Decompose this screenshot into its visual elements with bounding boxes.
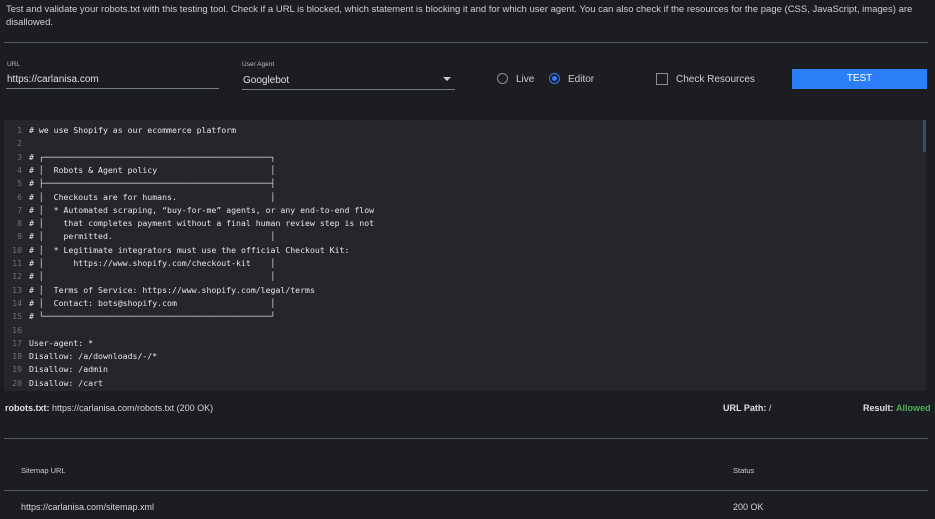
line-number: 6 (17, 191, 22, 202)
code-line: 2 (4, 137, 29, 150)
url-path-status: URL Path: / (723, 403, 771, 413)
editor-radio[interactable] (549, 73, 560, 84)
line-number: 10 (12, 244, 22, 255)
line-text: # ├─────────────────────────────────────… (29, 178, 276, 189)
code-line: 7 # │ * Automated scraping, “buy-for-me” … (4, 204, 374, 217)
live-radio[interactable] (497, 73, 508, 84)
test-button[interactable]: TEST (792, 69, 927, 89)
robots-status-label: robots.txt: (5, 403, 50, 413)
code-line: 10 # │ * Legitimate integrators must use … (4, 244, 349, 257)
code-line: 14 # │ Contact: bots@shopify.com │ (4, 297, 275, 310)
code-line: 5 # ├────────────────────────────────────… (4, 177, 275, 190)
code-line: 1 # we use Shopify as our ecommerce platf… (4, 124, 236, 137)
result-value: Allowed (896, 403, 931, 413)
line-number: 15 (12, 311, 22, 322)
line-text: Disallow: /cart (29, 377, 103, 388)
robots-editor[interactable]: 1 # we use Shopify as our ecommerce platf… (4, 120, 926, 391)
sitemap-status-cell: 200 OK (733, 502, 764, 512)
code-line: 3 # ┌────────────────────────────────────… (4, 151, 275, 164)
user-agent-label: User Agent (242, 61, 275, 68)
result-label: Result: (863, 403, 894, 413)
line-number: 4 (17, 164, 22, 175)
robots-status-value: https://carlanisa.com/robots.txt (200 OK… (52, 403, 214, 413)
user-agent-underline (242, 89, 455, 90)
code-line: 16 (4, 324, 29, 337)
url-path-value: / (768, 403, 772, 413)
line-number: 20 (12, 377, 22, 388)
line-number: 11 (12, 258, 22, 268)
code-line: 6 # │ Checkouts are for humans. │ (4, 191, 275, 204)
line-text: # ┌─────────────────────────────────────… (29, 151, 276, 162)
line-number: 9 (17, 231, 22, 242)
user-agent-select[interactable]: Googlebot (243, 75, 443, 86)
line-number: 16 (12, 324, 22, 335)
live-radio-label[interactable]: Live (516, 74, 534, 85)
results-divider (4, 438, 928, 439)
code-line: 15 # └───────────────────────────────────… (4, 310, 275, 323)
sitemap-url-cell[interactable]: https://carlanisa.com/sitemap.xml (21, 502, 154, 512)
line-number: 17 (12, 337, 22, 348)
code-line: 9 # │ permitted. │ (4, 230, 275, 243)
line-text: # │ * Automated scraping, “buy-for-me” a… (29, 204, 375, 215)
code-line: 20 Disallow: /cart (4, 377, 103, 390)
url-input-underline (6, 88, 219, 89)
line-number: 8 (17, 218, 22, 229)
line-text: # we use Shopify as our ecommerce platfo… (29, 125, 237, 135)
line-text: # │ that completes payment without a fin… (29, 218, 375, 229)
line-text: User-agent: * (29, 337, 94, 348)
code-line: 4 # │ Robots & Agent policy │ (4, 164, 275, 177)
line-number: 13 (12, 284, 22, 295)
code-line: 12 # │ │ (4, 270, 275, 283)
result-status: Result: Allowed (863, 403, 931, 413)
line-number: 19 (12, 364, 22, 375)
code-line: 19 Disallow: /admin (4, 363, 108, 376)
chevron-down-icon[interactable] (443, 77, 451, 81)
line-text: # │ https://www.shopify.com/checkout-kit… (29, 258, 276, 268)
line-text: # │ Checkouts are for humans. │ (29, 191, 276, 202)
code-line: 17 User-agent: * (4, 337, 93, 350)
line-number: 14 (12, 297, 22, 308)
line-text: # │ Contact: bots@shopify.com │ (29, 297, 276, 308)
code-line: 13 # │ Terms of Service: https://www.shop… (4, 284, 315, 297)
line-number: 3 (17, 151, 22, 162)
line-text: # │ permitted. │ (29, 231, 276, 242)
url-label: URL (7, 61, 21, 68)
table-header-divider (4, 490, 928, 491)
sitemap-status-header: Status (733, 466, 755, 475)
line-text: # │ * Legitimate integrators must use th… (29, 244, 350, 255)
robots-status: robots.txt: https://carlanisa.com/robots… (5, 403, 213, 413)
editor-scrollbar[interactable] (923, 120, 926, 152)
check-resources-checkbox[interactable] (656, 73, 668, 85)
line-text: Disallow: /a/downloads/-/* (29, 351, 158, 362)
line-text: # │ Robots & Agent policy │ (29, 164, 276, 175)
sitemap-url-header: Sitemap URL (21, 466, 66, 475)
url-path-label: URL Path: (723, 403, 767, 413)
line-number: 2 (17, 138, 22, 149)
line-number: 5 (17, 178, 22, 189)
line-text: # │ Terms of Service: https://www.shopif… (29, 284, 315, 295)
line-number: 18 (12, 351, 22, 362)
code-line: 18 Disallow: /a/downloads/-/* (4, 350, 157, 363)
editor-radio-label[interactable]: Editor (568, 74, 594, 85)
url-input[interactable]: https://carlanisa.com (7, 74, 217, 85)
line-number: 1 (17, 125, 22, 135)
intro-text: Test and validate your robots.txt with t… (6, 4, 913, 28)
check-resources-label[interactable]: Check Resources (676, 74, 755, 85)
line-text: # │ │ (29, 271, 276, 282)
code-line: 8 # │ that completes payment without a fi… (4, 217, 374, 230)
code-line: 11 # │ https://www.shopify.com/checkout-k… (4, 257, 275, 270)
line-text: Disallow: /admin (29, 364, 108, 375)
line-text: # └─────────────────────────────────────… (29, 311, 276, 322)
line-number: 7 (17, 204, 22, 215)
top-divider (4, 42, 928, 43)
line-number: 12 (12, 271, 22, 282)
